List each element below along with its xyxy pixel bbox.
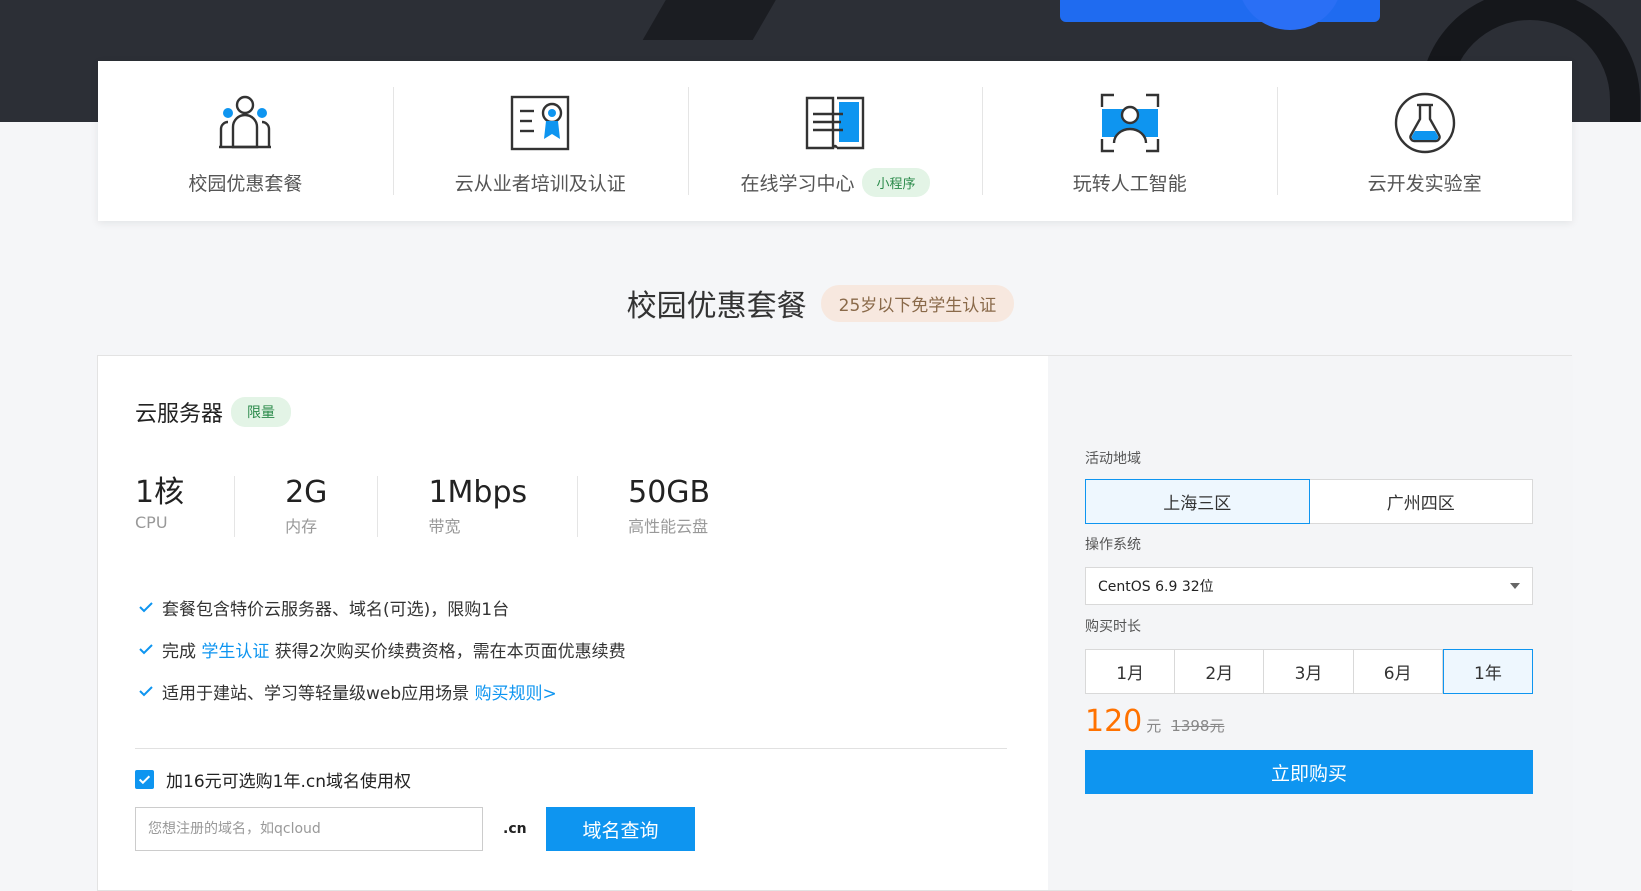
domain-search-button[interactable]: 域名查询	[546, 807, 695, 851]
nav-item-dev-lab[interactable]: 云开发实验室	[1277, 61, 1572, 221]
product-title: 云服务器	[135, 402, 224, 427]
region-option-shanghai[interactable]: 上海三区	[1085, 479, 1310, 524]
duration-option-2m[interactable]: 2月	[1175, 649, 1265, 694]
price-value: 120	[1085, 704, 1143, 739]
domain-option-label: 加16元可选购1年.cn域名使用权	[166, 772, 411, 792]
section-header: 校园优惠套餐 25岁以下免学生认证	[0, 281, 1641, 325]
feature-text: 适用于建站、学习等轻量级web应用场景	[162, 683, 475, 704]
product-card: 云服务器 限量 1核 CPU 2G 内存 1Mbps 带宽 50GB 高性能云盘	[97, 355, 1573, 891]
feature-nav: 校园优惠套餐 云从业者培训及认证 在线学习中心 小程序 玩转人工智能 云开发实验…	[98, 61, 1572, 221]
chevron-down-icon	[1510, 583, 1520, 589]
spec-label: 带宽	[428, 517, 461, 536]
nav-label: 在线学习中心	[740, 172, 855, 195]
feature-text: 完成	[162, 641, 202, 662]
duration-option-6m[interactable]: 6月	[1353, 649, 1443, 694]
domain-checkbox[interactable]	[135, 770, 154, 789]
book-icon	[805, 96, 865, 149]
duration-label: 购买时长	[1085, 619, 1141, 635]
duration-option-3m[interactable]: 3月	[1264, 649, 1354, 694]
region-option-guangzhou[interactable]: 广州四区	[1309, 479, 1533, 524]
nav-label: 云开发实验室	[1367, 172, 1482, 195]
region-label: 活动地域	[1085, 451, 1141, 467]
limited-badge: 限量	[231, 397, 292, 427]
hero-decoration	[642, 0, 788, 40]
spec-label: CPU	[135, 513, 168, 532]
feature-text: 套餐包含特价云服务器、域名(可选)，限购1台	[162, 599, 510, 620]
student-auth-link[interactable]: 学生认证	[201, 642, 269, 662]
list-item: 完成 学生认证 获得2次购买价续费资格，需在本页面优惠续费	[138, 628, 626, 670]
spec-value: 1Mbps	[428, 475, 528, 510]
duration-option-1y[interactable]: 1年	[1442, 649, 1534, 694]
check-icon	[139, 602, 153, 613]
nav-item-learning-center[interactable]: 在线学习中心 小程序	[687, 61, 983, 221]
hero-decoration	[1238, 0, 1342, 30]
feature-text: 获得2次购买价续费资格，需在本页面优惠续费	[269, 641, 626, 662]
duration-selector: 1月 2月 3月 6月 1年	[1085, 649, 1534, 694]
section-title: 校园优惠套餐	[626, 289, 807, 324]
os-label: 操作系统	[1085, 537, 1141, 553]
list-item: 适用于建站、学习等轻量级web应用场景 购买规则>	[138, 670, 626, 712]
divider	[135, 748, 1007, 749]
nav-item-campus-package[interactable]: 校园优惠套餐	[98, 61, 393, 221]
nav-item-ai[interactable]: 玩转人工智能	[982, 61, 1277, 221]
check-icon	[139, 644, 153, 655]
nav-label: 校园优惠套餐	[188, 172, 303, 195]
feature-list: 套餐包含特价云服务器、域名(可选)，限购1台 完成 学生认证 获得2次购买价续费…	[138, 586, 626, 712]
duration-option-1m[interactable]: 1月	[1085, 649, 1176, 694]
face-scan-icon	[1100, 93, 1159, 152]
check-icon	[138, 775, 151, 785]
nav-item-certification[interactable]: 云从业者培训及认证	[392, 61, 688, 221]
list-item: 套餐包含特价云服务器、域名(可选)，限购1台	[138, 586, 626, 628]
spec-value: 1核	[135, 475, 185, 510]
spec-list: 1核 CPU 2G 内存 1Mbps 带宽 50GB 高性能云盘	[135, 476, 760, 537]
spec-disk: 50GB 高性能云盘	[577, 476, 760, 537]
os-select[interactable]: CentOS 6.9 32位	[1085, 567, 1533, 605]
spec-label: 内存	[285, 517, 318, 536]
product-info-panel: 云服务器 限量 1核 CPU 2G 内存 1Mbps 带宽 50GB 高性能云盘	[98, 356, 1048, 890]
mini-program-badge: 小程序	[862, 167, 930, 197]
campus-package-icon	[219, 95, 272, 148]
nav-label: 云从业者培训及认证	[454, 172, 626, 195]
domain-search-input[interactable]	[135, 807, 483, 851]
spec-cpu: 1核 CPU	[135, 476, 234, 537]
order-panel: 活动地域 上海三区 广州四区 操作系统 CentOS 6.9 32位 购买时长 …	[1048, 356, 1573, 890]
purchase-rules-link[interactable]: 购买规则>	[475, 684, 557, 704]
spec-value: 50GB	[628, 475, 711, 510]
spec-bandwidth: 1Mbps 带宽	[377, 476, 577, 537]
price-row: 120 元 1398元	[1085, 704, 1224, 739]
nav-label: 玩转人工智能	[1072, 172, 1187, 195]
buy-now-button[interactable]: 立即购买	[1085, 750, 1533, 794]
flask-icon	[1394, 92, 1455, 153]
price-unit: 元	[1146, 717, 1162, 735]
check-icon	[139, 686, 153, 697]
os-value: CentOS 6.9 32位	[1098, 579, 1214, 595]
spec-label: 高性能云盘	[628, 517, 709, 536]
certificate-icon	[510, 95, 570, 150]
region-selector: 上海三区 广州四区	[1085, 479, 1533, 524]
domain-option: 加16元可选购1年.cn域名使用权	[135, 767, 411, 792]
spec-value: 2G	[285, 475, 328, 510]
domain-suffix: .cn	[503, 821, 527, 837]
section-badge: 25岁以下免学生认证	[820, 284, 1015, 322]
spec-memory: 2G 内存	[234, 476, 377, 537]
original-price: 1398元	[1171, 717, 1225, 735]
